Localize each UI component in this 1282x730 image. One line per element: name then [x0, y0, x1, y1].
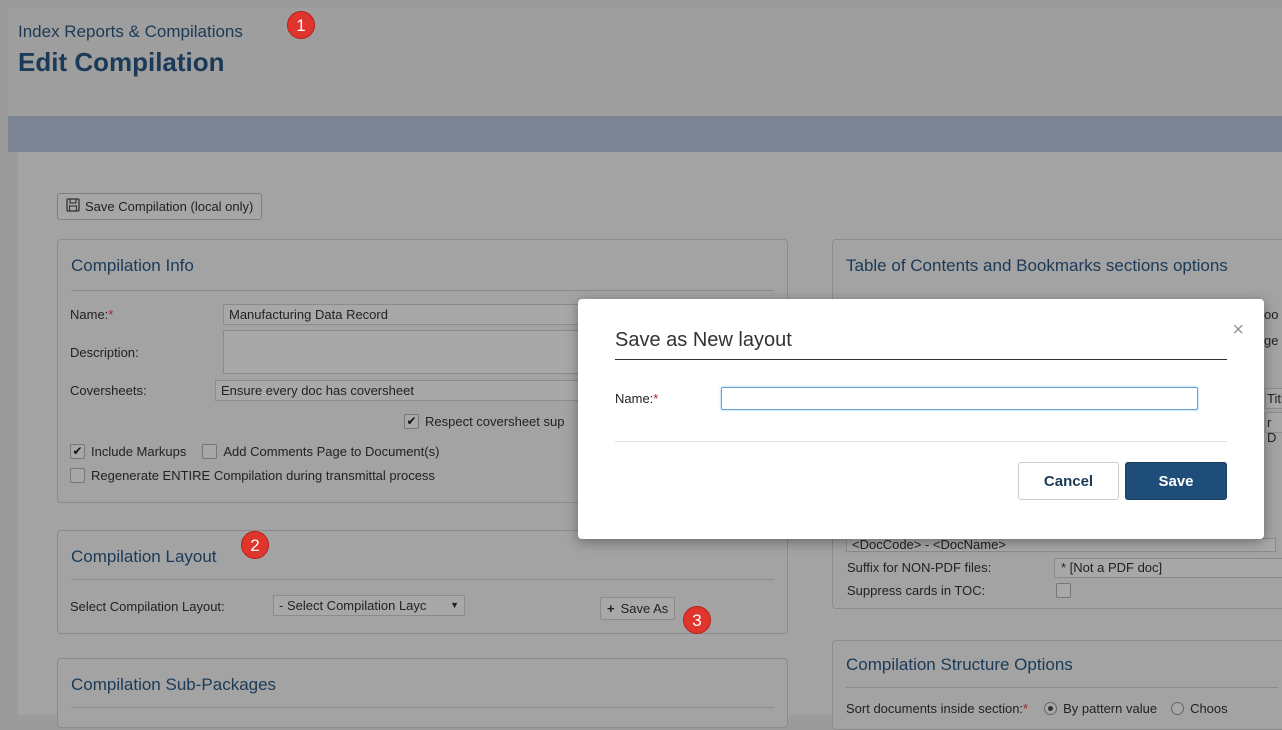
save-button[interactable]: Save: [1125, 462, 1227, 500]
dialog-footer-divider: [615, 441, 1227, 442]
close-icon[interactable]: ×: [1232, 319, 1244, 342]
dialog-name-input[interactable]: [721, 387, 1198, 410]
cancel-button[interactable]: Cancel: [1018, 462, 1119, 500]
save-layout-dialog: Save as New layout × Name:* Cancel Save: [578, 299, 1264, 539]
dialog-name-label: Name:*: [615, 391, 659, 406]
dialog-title-divider: [615, 359, 1227, 360]
dialog-title: Save as New layout: [615, 329, 792, 351]
